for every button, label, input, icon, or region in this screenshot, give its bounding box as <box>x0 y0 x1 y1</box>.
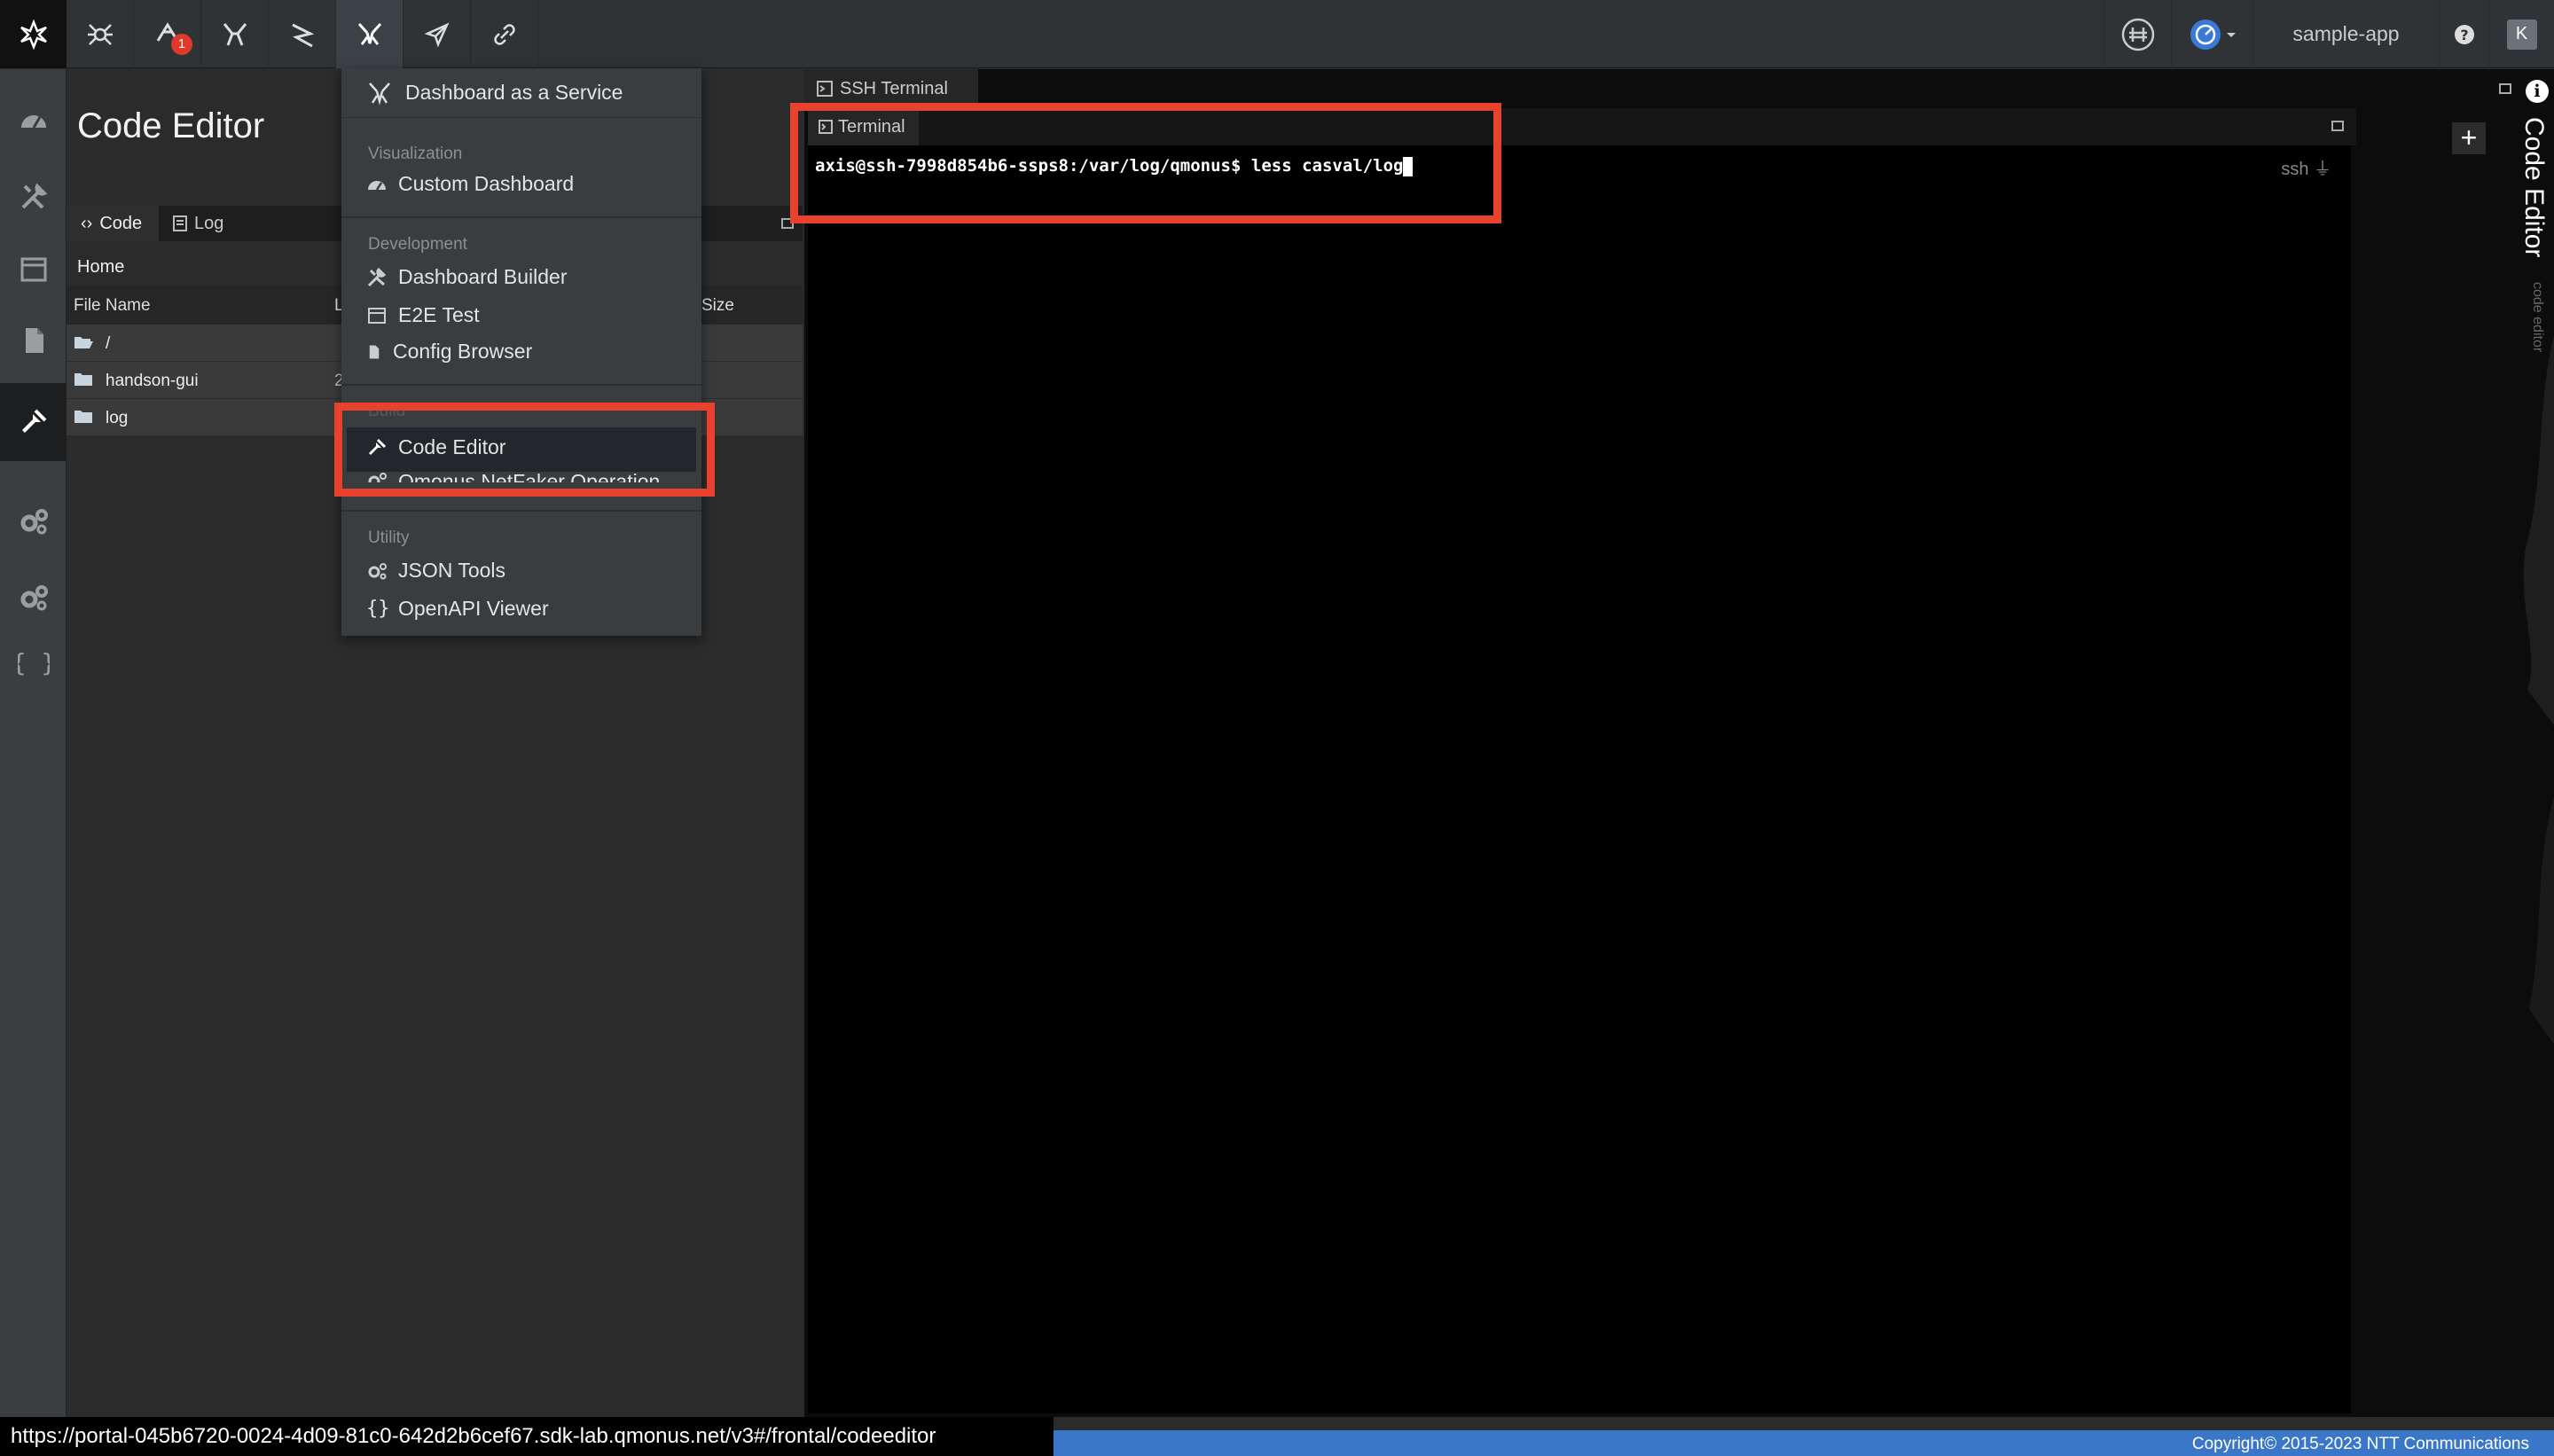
menu-item-label: Custom Dashboard <box>398 172 575 195</box>
column-file-name[interactable]: File Name <box>74 296 151 316</box>
ssh-mode-text: ssh <box>2281 160 2309 179</box>
app-selector[interactable]: sample-app <box>2252 0 2439 68</box>
sidebar-gears-alt-icon[interactable] <box>0 562 67 633</box>
link-icon[interactable] <box>471 0 538 68</box>
window-icon <box>368 307 386 324</box>
sidebar-window-icon[interactable] <box>0 234 67 305</box>
tab-code-label: Code <box>99 213 143 233</box>
daas-icon <box>369 82 390 106</box>
maximize-icon[interactable] <box>2331 121 2344 131</box>
notification-icon[interactable]: 1 <box>134 0 201 68</box>
right-panel-strip: i Code Editor code editor <box>2519 69 2554 1417</box>
menu-header-label: Dashboard as a Service <box>405 81 623 104</box>
notification-badge: 1 <box>171 34 192 55</box>
file-name: handson-gui <box>106 372 199 390</box>
terminal-screen[interactable]: axis@ssh-7998d854b6-ssps8:/var/log/qmonu… <box>808 145 2351 1413</box>
sidebar-dashboard-icon[interactable] <box>0 85 67 156</box>
sidebar-file-icon[interactable] <box>0 305 67 376</box>
chevron-down-icon <box>2226 32 2236 37</box>
tools-icon <box>367 267 387 286</box>
tools-dropdown-menu: Dashboard as a Service Visualization Cus… <box>341 68 701 636</box>
decorative-brush-stroke <box>2523 335 2554 1045</box>
section-utility: Utility <box>368 528 410 547</box>
slash-icon[interactable] <box>269 0 336 68</box>
spider-icon[interactable] <box>67 0 134 68</box>
column-size[interactable]: Size <box>701 296 734 316</box>
maximize-icon[interactable] <box>2499 83 2511 94</box>
top-navigation-bar: 1 sample-app ? K <box>0 0 2554 68</box>
menu-item-json-tools[interactable]: JSON Tools <box>366 559 505 583</box>
rocket-icon[interactable] <box>403 0 471 68</box>
folder-icon <box>74 411 92 423</box>
menu-item-label: JSON Tools <box>398 559 506 582</box>
gears-icon <box>368 562 387 579</box>
avatar: K <box>2506 19 2537 50</box>
user-menu[interactable]: K <box>2488 0 2554 68</box>
menu-item-dashboard-as-a-service[interactable]: Dashboard as a Service <box>341 68 701 118</box>
tab-log-label: Log <box>194 213 224 233</box>
page-title: Code Editor <box>77 106 265 145</box>
terminal-icon <box>817 81 833 97</box>
terminal-area: SSH Terminal Terminal axis@ssh-7998d854b… <box>804 69 2519 1417</box>
code-icon: ‹› <box>81 213 93 233</box>
plug-icon: ⏚ <box>2314 160 2331 179</box>
sidebar-code-editor-icon[interactable] <box>0 383 67 461</box>
menu-item-label: Config Browser <box>393 340 533 363</box>
tab-code[interactable]: ‹› Code <box>67 206 159 241</box>
menu-item-dashboard-builder[interactable]: Dashboard Builder <box>366 265 568 289</box>
vertical-panel-title: Code Editor <box>2519 117 2549 258</box>
claws-icon[interactable] <box>201 0 269 68</box>
vertical-panel-subtitle: code editor <box>2530 282 2545 353</box>
menu-item-openapi-viewer[interactable]: {} OpenAPI Viewer <box>366 597 549 621</box>
tab-label: SSH Terminal <box>840 78 948 98</box>
menu-item-config-browser[interactable]: Config Browser <box>366 340 532 364</box>
sidebar-tools-icon[interactable] <box>0 161 67 232</box>
help-icon[interactable]: ? <box>2439 0 2488 68</box>
sidebar-gears-icon[interactable] <box>0 486 67 557</box>
svg-text:{ }: { } <box>18 648 50 677</box>
svg-text:?: ? <box>2460 27 2468 43</box>
dashboard-icon <box>368 180 386 191</box>
community-icon[interactable] <box>2104 0 2171 68</box>
folder-icon <box>74 373 92 386</box>
braces-icon: {} <box>366 598 390 620</box>
log-icon <box>173 215 187 231</box>
file-name: log <box>106 409 129 427</box>
menu-item-label: OpenAPI Viewer <box>398 597 549 620</box>
menu-item-e2e-test[interactable]: E2E Test <box>366 303 480 327</box>
logo-icon[interactable] <box>0 0 67 68</box>
app-name: sample-app <box>2292 22 2400 45</box>
footer-copyright: Copyright© 2015-2023 NTT Communications <box>1054 1430 2554 1456</box>
status-url: https://portal-045b6720-0024-4d09-81c0-6… <box>0 1417 1054 1456</box>
menu-item-label: E2E Test <box>398 303 480 326</box>
timer-menu[interactable] <box>2171 0 2252 68</box>
menu-item-label: Dashboard Builder <box>398 265 568 288</box>
file-name: / <box>106 334 111 353</box>
section-development: Development <box>368 235 467 254</box>
tools-menu-icon[interactable] <box>336 0 403 68</box>
highlight-box-code-editor <box>334 403 715 497</box>
breadcrumb[interactable]: Home <box>77 257 124 278</box>
info-icon[interactable]: i <box>2526 80 2549 103</box>
folder-open-icon <box>74 337 93 348</box>
file-icon <box>369 345 380 358</box>
menu-item-custom-dashboard[interactable]: Custom Dashboard <box>366 172 574 196</box>
add-terminal-button[interactable]: + <box>2452 122 2486 154</box>
left-sidebar: { } <box>0 69 67 1456</box>
tab-log[interactable]: Log <box>159 206 255 241</box>
section-visualization: Visualization <box>368 145 463 163</box>
highlight-box-terminal-command <box>790 103 1501 223</box>
sidebar-braces-icon[interactable]: { } <box>0 628 67 699</box>
ssh-mode-label: ssh ⏚ <box>2281 154 2331 180</box>
